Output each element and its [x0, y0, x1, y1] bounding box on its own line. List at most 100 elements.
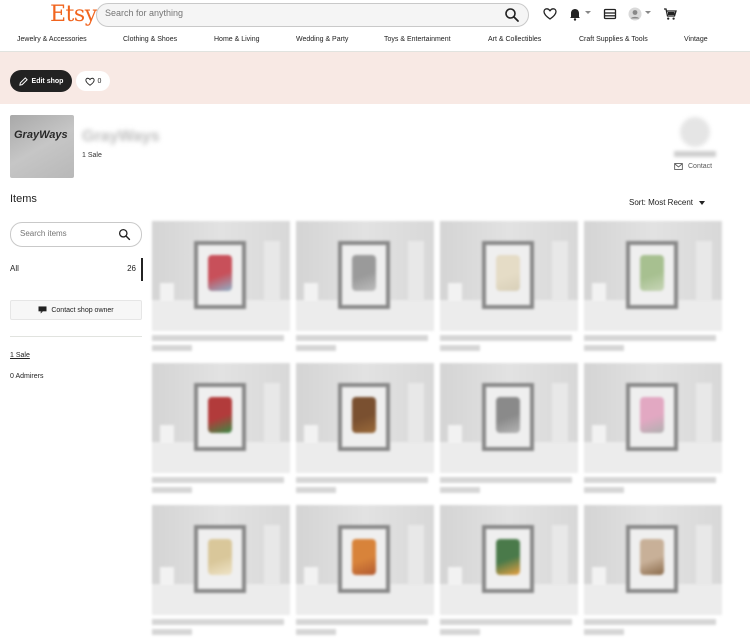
item-card[interactable]: [440, 221, 578, 356]
item-image[interactable]: [584, 505, 722, 615]
owner-name[interactable]: [674, 151, 716, 157]
item-image[interactable]: [296, 221, 434, 331]
item-image[interactable]: [440, 221, 578, 331]
image-branch: [696, 383, 712, 443]
image-vase: [304, 283, 318, 301]
shop-manager-icon[interactable]: [603, 7, 617, 21]
contact-label: Contact: [688, 163, 713, 170]
item-price: [440, 487, 480, 493]
item-card[interactable]: [584, 363, 722, 498]
item-title[interactable]: [296, 335, 428, 341]
item-title[interactable]: [296, 619, 428, 625]
image-vase: [160, 425, 174, 443]
item-image[interactable]: [296, 505, 434, 615]
item-card[interactable]: [296, 505, 434, 640]
item-card[interactable]: [584, 221, 722, 356]
chevron-down-icon[interactable]: [645, 11, 651, 14]
item-card[interactable]: [440, 363, 578, 498]
owner-avatar[interactable]: [680, 117, 710, 147]
item-card[interactable]: [584, 505, 722, 640]
contact-shop-owner-label: Contact shop owner: [51, 306, 114, 314]
chevron-down-icon: [699, 200, 706, 205]
item-title[interactable]: [584, 619, 716, 625]
item-title[interactable]: [584, 477, 716, 483]
item-price: [152, 345, 192, 351]
item-price: [152, 487, 192, 493]
category-count: 26: [127, 264, 136, 273]
bell-icon[interactable]: [568, 7, 582, 21]
contact-shop-owner-button[interactable]: Contact shop owner: [10, 300, 142, 320]
item-price: [584, 629, 624, 635]
item-image[interactable]: [584, 221, 722, 331]
search-icon[interactable]: [504, 7, 520, 23]
item-title[interactable]: [440, 335, 572, 341]
sort-label: Sort: Most Recent: [629, 198, 694, 207]
item-image[interactable]: [152, 505, 290, 615]
nav-item-clothing[interactable]: Clothing & Shoes: [123, 36, 177, 43]
sales-link[interactable]: 1 Sale: [10, 352, 30, 359]
item-title[interactable]: [152, 335, 284, 341]
sort-dropdown[interactable]: Sort: Most Recent: [629, 198, 706, 207]
banner-wave: [0, 86, 750, 102]
item-title[interactable]: [440, 477, 572, 483]
cart-icon[interactable]: [663, 7, 677, 21]
item-price: [296, 629, 336, 635]
favorite-shop-button[interactable]: 0: [76, 71, 110, 91]
item-card[interactable]: [296, 363, 434, 498]
edit-shop-button[interactable]: Edit shop: [10, 70, 72, 92]
category-label: All: [10, 264, 19, 273]
item-price: [584, 487, 624, 493]
image-branch: [264, 241, 280, 301]
item-card[interactable]: [440, 505, 578, 640]
item-image[interactable]: [296, 363, 434, 473]
item-image[interactable]: [152, 363, 290, 473]
item-price: [152, 629, 192, 635]
item-price: [440, 629, 480, 635]
item-title[interactable]: [440, 619, 572, 625]
search-bar[interactable]: [96, 3, 529, 27]
item-card[interactable]: [152, 505, 290, 640]
item-card[interactable]: [152, 363, 290, 498]
avatar-icon[interactable]: [628, 7, 642, 21]
nav-item-jewelry[interactable]: Jewelry & Accessories: [17, 36, 87, 43]
nav-item-toys[interactable]: Toys & Entertainment: [384, 36, 451, 43]
search-icon[interactable]: [118, 228, 131, 241]
shop-name: GrayWays: [82, 128, 160, 145]
site-header: Etsy Jewelry & Accessories Clothing & Sh…: [0, 0, 750, 52]
image-art: [352, 539, 376, 575]
item-search-input[interactable]: [20, 229, 115, 238]
item-title[interactable]: [152, 619, 284, 625]
chevron-down-icon[interactable]: [585, 11, 591, 14]
item-title[interactable]: [296, 477, 428, 483]
item-card[interactable]: [296, 221, 434, 356]
nav-item-art[interactable]: Art & Collectibles: [488, 36, 541, 43]
nav-item-wedding[interactable]: Wedding & Party: [296, 36, 348, 43]
image-art: [352, 255, 376, 291]
nav-item-home[interactable]: Home & Living: [214, 36, 260, 43]
nav-item-vintage[interactable]: Vintage: [684, 36, 708, 43]
shop-logo: GrayWays: [10, 115, 74, 178]
heart-icon[interactable]: [543, 7, 557, 21]
image-branch: [408, 241, 424, 301]
contact-link[interactable]: Contact: [674, 163, 712, 170]
image-art: [208, 255, 232, 291]
etsy-logo[interactable]: Etsy: [50, 2, 97, 27]
item-title[interactable]: [584, 335, 716, 341]
item-image[interactable]: [440, 363, 578, 473]
item-search-bar[interactable]: [10, 222, 142, 247]
item-card[interactable]: [152, 221, 290, 356]
item-image[interactable]: [152, 221, 290, 331]
item-image[interactable]: [584, 363, 722, 473]
item-title[interactable]: [152, 477, 284, 483]
image-branch: [264, 525, 280, 585]
nav-item-craft[interactable]: Craft Supplies & Tools: [579, 36, 648, 43]
image-vase: [448, 283, 462, 301]
item-price: [440, 345, 480, 351]
category-nav: Jewelry & Accessories Clothing & Shoes H…: [0, 36, 750, 50]
search-input[interactable]: [105, 8, 485, 18]
image-vase: [592, 283, 606, 301]
category-all[interactable]: All 26: [10, 258, 143, 281]
item-price: [296, 487, 336, 493]
item-image[interactable]: [440, 505, 578, 615]
category-selected-indicator: [141, 258, 143, 281]
